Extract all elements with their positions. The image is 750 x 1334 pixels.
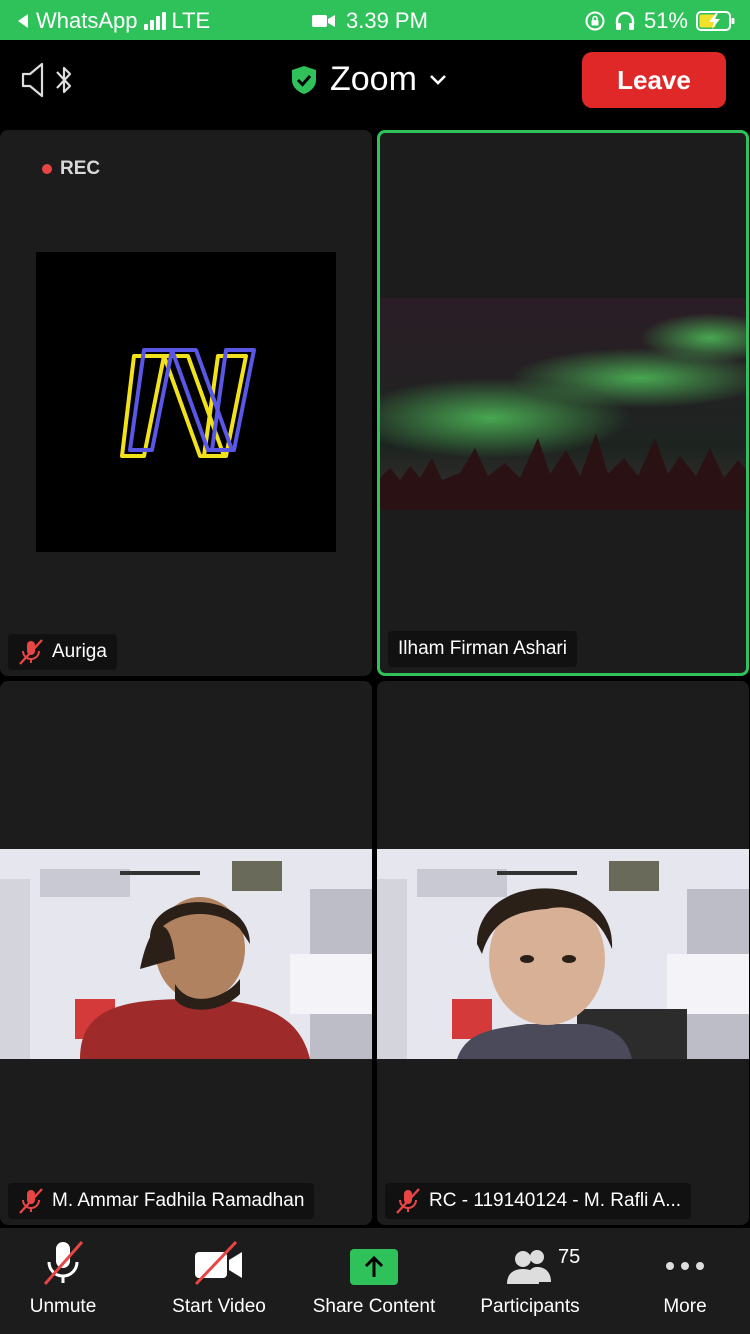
unmute-button[interactable]: Unmute [14, 1228, 112, 1334]
aurora-video-image [380, 298, 746, 510]
participant-name: RC - 119140124 - M. Rafli A... [429, 1190, 682, 1211]
speaker-off-icon[interactable] [20, 60, 48, 100]
headphones-icon [615, 11, 635, 30]
participant-name-tag: Ilham Firman Ashari [388, 631, 577, 667]
start-video-label[interactable]: Start Video [172, 1296, 266, 1318]
participant-name: Ilham Firman Ashari [398, 638, 567, 659]
more-label[interactable]: More [663, 1296, 706, 1318]
bluetooth-icon[interactable] [54, 60, 74, 100]
meeting-toolbar: Unmute Start Video Share Content Partici… [0, 1228, 750, 1334]
participant-video [380, 298, 746, 510]
video-tile-ammar[interactable]: M. Ammar Fadhila Ramadhan [0, 681, 372, 1225]
participants-button[interactable]: Participants 75 [466, 1228, 594, 1334]
mic-muted-icon [19, 1188, 43, 1214]
participants-icon[interactable] [505, 1246, 555, 1286]
audio-output-button[interactable] [20, 60, 74, 100]
participant-name-tag: M. Ammar Fadhila Ramadhan [8, 1183, 315, 1219]
video-off-icon[interactable] [192, 1240, 246, 1286]
video-tile-ilham[interactable]: Ilham Firman Ashari [377, 130, 749, 676]
orientation-lock-icon [585, 11, 605, 31]
mic-muted-icon[interactable] [40, 1238, 86, 1286]
recording-dot-icon [42, 164, 52, 174]
battery-charging-icon [696, 11, 735, 31]
shield-check-icon [292, 65, 316, 94]
mic-muted-icon [19, 639, 43, 665]
share-screen-icon[interactable] [349, 1248, 399, 1286]
meeting-title-text[interactable]: Zoom [330, 60, 417, 99]
signal-icon [143, 12, 166, 30]
chevron-down-icon[interactable] [429, 74, 447, 86]
status-time: 3.39 PM [346, 8, 428, 33]
camera-recording-icon [312, 15, 335, 27]
video-tile-rafli[interactable]: RC - 119140124 - M. Rafli A... [377, 681, 749, 1225]
webcam-video-image [0, 849, 372, 1059]
leave-button[interactable]: Leave [582, 52, 726, 108]
unmute-label[interactable]: Unmute [30, 1296, 97, 1318]
n-logo-icon [120, 348, 256, 458]
webcam-video-image [377, 849, 749, 1059]
recording-label: REC [60, 158, 101, 179]
participants-label[interactable]: Participants [480, 1296, 579, 1318]
status-left[interactable]: WhatsApp LTE [16, 8, 210, 34]
participant-video [0, 849, 372, 1059]
participant-name: Auriga [52, 641, 107, 662]
more-icon[interactable] [664, 1260, 706, 1272]
share-content-label[interactable]: Share Content [313, 1296, 436, 1318]
participant-video [377, 849, 749, 1059]
profile-logo-image [36, 252, 336, 552]
participant-name: M. Ammar Fadhila Ramadhan [52, 1190, 305, 1211]
status-bar: WhatsApp LTE 3.39 PM 51% [0, 0, 750, 40]
meeting-title[interactable]: Zoom [290, 60, 447, 99]
back-app-label[interactable]: WhatsApp [36, 8, 138, 34]
share-content-button[interactable]: Share Content [297, 1228, 451, 1334]
participants-count: 75 [558, 1246, 581, 1268]
start-video-button[interactable]: Start Video [156, 1228, 282, 1334]
meeting-header: Zoom Leave [0, 40, 750, 128]
more-button[interactable]: More [648, 1228, 722, 1334]
video-tile-auriga[interactable]: REC Auriga [0, 130, 372, 676]
back-arrow-icon[interactable] [16, 13, 30, 29]
recording-indicator: REC [42, 158, 100, 180]
network-label: LTE [171, 8, 211, 33]
participant-name-tag: Auriga [8, 634, 117, 670]
participant-name-tag: RC - 119140124 - M. Rafli A... [385, 1183, 692, 1219]
battery-percent: 51% [643, 8, 688, 33]
mic-muted-icon [396, 1188, 420, 1214]
